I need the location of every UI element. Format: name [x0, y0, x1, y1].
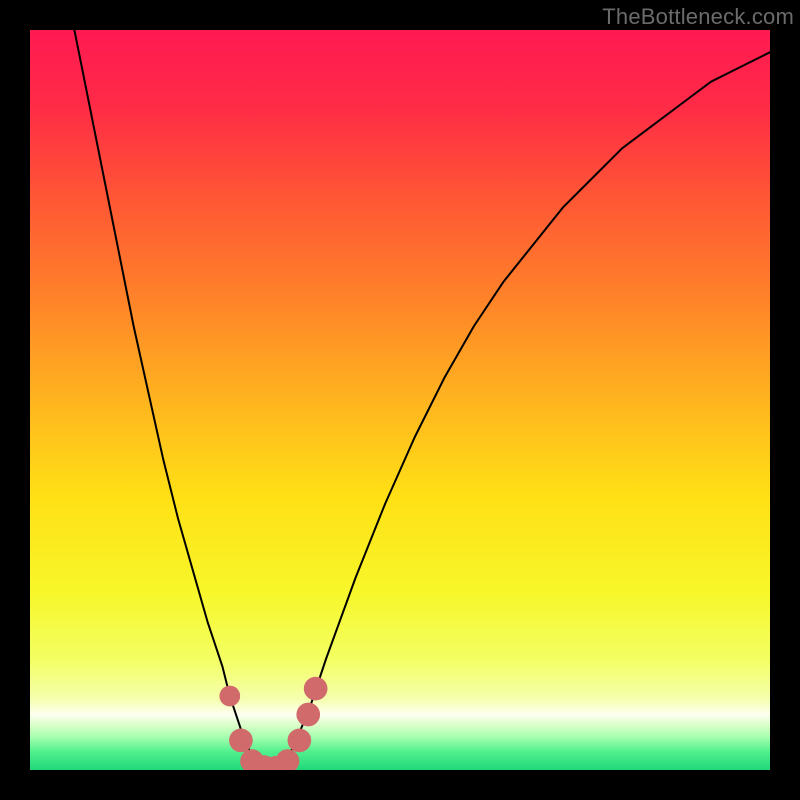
marker-right-3 [304, 677, 328, 701]
marker-left-dot [219, 686, 240, 707]
chart-frame: TheBottleneck.com [0, 0, 800, 800]
watermark-text: TheBottleneck.com [602, 4, 794, 30]
plot-area [30, 30, 770, 770]
marker-right-2 [296, 703, 320, 727]
gradient-background [30, 30, 770, 770]
bottleneck-chart [30, 30, 770, 770]
marker-left-bottom [229, 729, 253, 753]
marker-right-1 [288, 729, 312, 753]
